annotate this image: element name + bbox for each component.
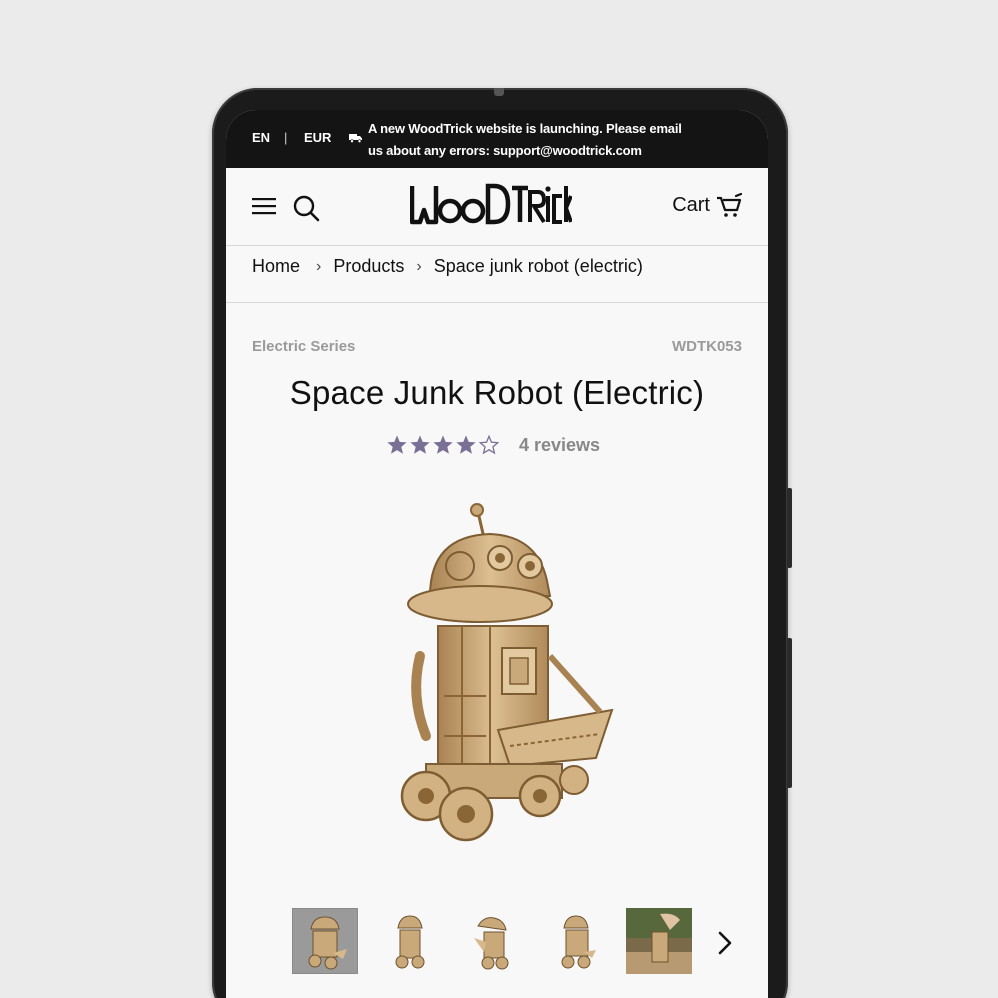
thumbnail-image[interactable] xyxy=(376,908,442,974)
thumbnail-image[interactable] xyxy=(544,908,610,974)
truck-icon xyxy=(349,134,362,143)
chevron-right-icon: › xyxy=(416,257,422,275)
star-empty-icon xyxy=(478,434,500,455)
breadcrumb-products[interactable]: Products xyxy=(333,256,404,277)
search-icon[interactable] xyxy=(292,194,320,222)
language-selector[interactable]: EN xyxy=(252,130,270,145)
announcement-line: A new WoodTrick website is launching. Pl… xyxy=(368,121,682,136)
product-title: Space Junk Robot (Electric) xyxy=(289,374,705,411)
site-header: Cart xyxy=(226,168,768,246)
phone-side-button xyxy=(787,638,792,788)
phone-screen: EN | EUR A new WoodTrick website is laun… xyxy=(226,110,768,998)
thumbnail-image[interactable] xyxy=(460,908,526,974)
cart-button[interactable]: Cart xyxy=(672,192,742,218)
phone-notch xyxy=(494,88,504,96)
reviews-link[interactable]: 4 reviews xyxy=(519,435,600,456)
chevron-right-icon: › xyxy=(316,257,322,275)
star-icon xyxy=(456,435,476,454)
thumbnail-image[interactable] xyxy=(292,908,358,974)
announcement-line[interactable]: us about any errors: support@woodtrick.c… xyxy=(368,140,748,162)
selector-separator: | xyxy=(284,130,288,145)
chevron-right-icon[interactable] xyxy=(714,928,736,958)
product-series[interactable]: Electric Series xyxy=(252,338,355,355)
announcement-text: A new WoodTrick website is launching. Pl… xyxy=(368,118,748,162)
currency-selector[interactable]: EUR xyxy=(304,130,331,145)
thumbnail-strip xyxy=(292,908,768,974)
cart-icon xyxy=(717,192,742,217)
product-sku: WDTK053 xyxy=(671,338,742,355)
breadcrumb-current: Space junk robot (electric) xyxy=(433,256,643,276)
menu-icon[interactable] xyxy=(252,196,276,216)
star-icon xyxy=(410,435,430,454)
cart-label: Cart xyxy=(672,193,710,216)
thumbnail-image[interactable] xyxy=(626,908,692,974)
phone-side-button xyxy=(787,488,792,568)
phone-frame: EN | EUR A new WoodTrick website is laun… xyxy=(212,88,792,998)
breadcrumb: Home › Products › Space junk robot (elec… xyxy=(252,256,643,277)
star-icon xyxy=(387,435,407,454)
product-main-image[interactable] xyxy=(390,496,640,856)
breadcrumb-home[interactable]: Home xyxy=(252,256,300,277)
product-rating[interactable]: 4 reviews xyxy=(386,434,600,456)
announcement-bar: EN | EUR A new WoodTrick website is laun… xyxy=(226,110,768,168)
woodtrick-logo[interactable] xyxy=(410,182,572,228)
divider xyxy=(226,302,768,303)
star-icon xyxy=(433,435,453,454)
